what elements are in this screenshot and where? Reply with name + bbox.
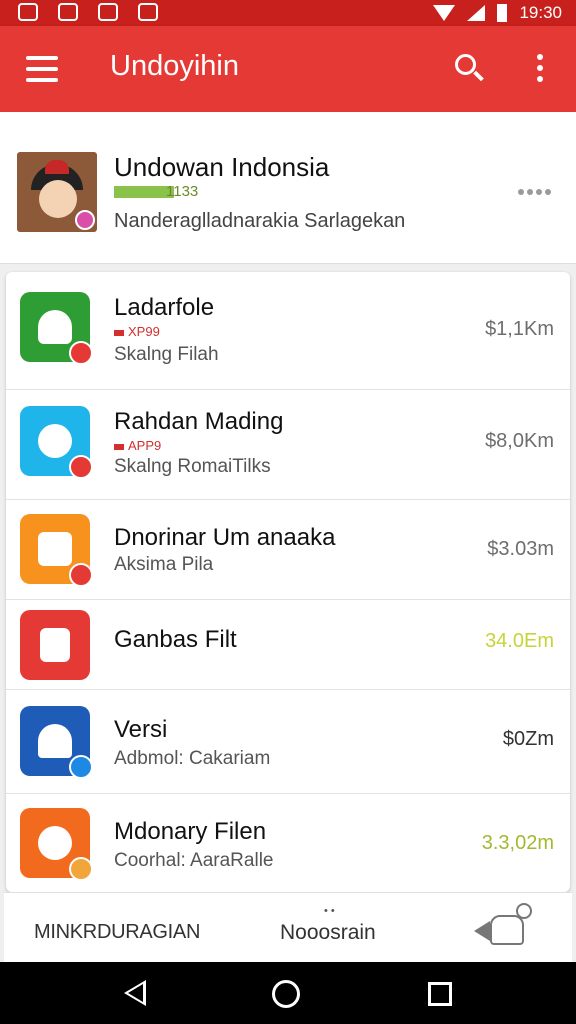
item-price: 3.3,02m: [481, 832, 554, 854]
badge-icon: [69, 341, 93, 365]
back-icon[interactable]: [124, 980, 146, 1006]
menu-icon[interactable]: [26, 56, 58, 82]
notification-icon: [98, 3, 118, 21]
item-subtitle: Coorhal: AaraRalle: [114, 850, 274, 871]
item-price: $0Zm: [502, 728, 554, 750]
item-subtitle: Skalng Filah: [114, 344, 219, 365]
wifi-icon: [433, 5, 456, 21]
nav-item-1[interactable]: MINKRDURAGIAN: [34, 921, 200, 944]
item-price: $1,1Km: [485, 318, 554, 340]
cloud-app-icon: [20, 406, 93, 479]
list-item[interactable]: Versi Adbmol: Cakariam $0Zm: [6, 690, 570, 794]
item-subtitle: Adbmol: Cakariam: [114, 748, 271, 769]
notification-icon: [18, 3, 38, 21]
item-subtitle: Aksima Pila: [114, 554, 214, 575]
list-item[interactable]: Rahdan Mading APP9 Skalng RomaiTilks $8,…: [6, 390, 570, 500]
item-subtitle: Skalng RomaiTilks: [114, 456, 271, 477]
profile-header[interactable]: Undowan Indonsia 1133 Nanderaglladnaraki…: [0, 112, 576, 264]
item-title: Versi: [114, 716, 168, 743]
robot-icon[interactable]: [474, 903, 534, 951]
item-price: $3.03m: [487, 538, 554, 560]
list-item[interactable]: Ladarfole XP99 Skalng Filah $1,1Km: [6, 272, 570, 390]
item-title: Ladarfole: [114, 294, 215, 321]
item-title: Rahdan Mading: [114, 408, 284, 435]
document-app-icon: [20, 610, 90, 680]
item-tag: APP9: [114, 438, 161, 453]
profile-more-icon[interactable]: [518, 182, 554, 195]
badge-icon: [69, 455, 93, 479]
bottom-navigation: MINKRDURAGIAN • • Nooosrain: [4, 892, 572, 962]
status-bar: 19:30: [0, 0, 576, 26]
item-title: Ganbas Filt: [114, 626, 237, 653]
nav-dots: • •: [324, 905, 335, 917]
status-time: 19:30: [519, 3, 562, 22]
profile-code: 1133: [166, 183, 199, 200]
item-price: $8,0Km: [485, 430, 554, 452]
item-title: Mdonary Filen: [114, 818, 267, 845]
badge-icon: [69, 563, 93, 587]
item-price: 34.0Em: [485, 630, 554, 652]
more-options-icon[interactable]: [535, 54, 545, 84]
profile-level-bar: [114, 186, 174, 198]
app-list: Ladarfole XP99 Skalng Filah $1,1Km Rahda…: [6, 272, 570, 892]
profile-name: Undowan Indonsia: [114, 152, 330, 182]
android-app-icon: [20, 292, 93, 365]
notification-icon: [138, 3, 158, 21]
signal-icon: [467, 5, 486, 21]
list-item[interactable]: Mdonary Filen Coorhal: AaraRalle 3.3,02m: [6, 794, 570, 892]
home-icon[interactable]: [272, 980, 300, 1008]
item-tag: XP99: [114, 324, 160, 339]
recycle-app-icon: [20, 808, 93, 881]
avatar[interactable]: [17, 152, 97, 232]
item-title: Dnorinar Um anaaka: [114, 524, 336, 551]
notification-icon: [58, 3, 78, 21]
avatar-badge-icon: [75, 210, 95, 230]
app-title: Undoyihin: [110, 50, 239, 82]
battery-icon: [497, 4, 508, 22]
search-icon[interactable]: [455, 54, 485, 84]
nav-item-2[interactable]: Nooosrain: [280, 921, 376, 945]
profile-subtitle: Nanderaglladnarakia Sarlagekan: [114, 210, 406, 232]
app-bar: Undoyihin: [0, 26, 576, 112]
badge-icon: [69, 755, 93, 779]
list-item[interactable]: Ganbas Filt 34.0Em: [6, 600, 570, 690]
system-navigation-bar: [0, 962, 576, 1024]
home-app-icon: [20, 514, 93, 587]
recents-icon[interactable]: [428, 982, 452, 1006]
notification-icons: [18, 3, 158, 21]
badge-icon: [69, 857, 93, 881]
list-item[interactable]: Dnorinar Um anaaka Aksima Pila $3.03m: [6, 500, 570, 600]
home-app-icon: [20, 706, 93, 779]
